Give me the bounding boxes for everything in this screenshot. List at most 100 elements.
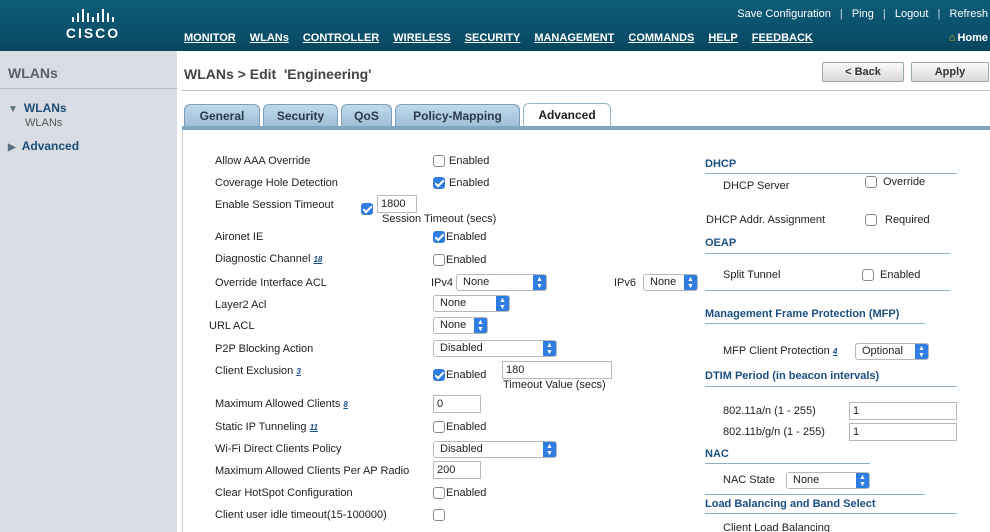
footnote-link[interactable]: 11 [310,423,318,432]
tab-security[interactable]: Security [263,104,338,126]
sidebar-item-wlans[interactable]: ▼ WLANs [8,101,67,115]
dtim-b-input[interactable]: 1 [849,423,957,441]
wifi-direct-select[interactable]: Disabled ▲ ▼ [433,441,557,458]
nav-monitor[interactable]: MONITOR [184,32,236,48]
nac-heading: NAC [705,448,729,460]
page-title: WLANs > Edit 'Engineering' [184,66,372,82]
ping-link[interactable]: Ping [852,8,874,20]
title-divider [181,90,990,91]
save-configuration-link[interactable]: Save Configuration [737,8,831,20]
tab-policy-mapping[interactable]: Policy-Mapping [395,104,520,126]
ipv6-label: IPv6 [614,277,637,289]
dhcp-required-checkbox[interactable] [865,214,877,226]
section-divider [705,463,870,464]
max-clients-input[interactable]: 0 [433,395,481,413]
session-timeout-label: Enable Session Timeout [215,199,334,211]
nav-feedback[interactable]: FEEDBACK [752,32,813,48]
tab-advanced[interactable]: Advanced [523,103,611,127]
max-clients-ap-input[interactable]: 200 [433,461,481,479]
nav-wireless[interactable]: WIRELESS [393,32,450,48]
refresh-link[interactable]: Refresh [949,8,988,20]
session-timeout-input[interactable]: 1800 [377,195,417,213]
clear-hotspot-checkbox[interactable] [433,487,445,499]
split-tunnel-checkbox[interactable] [862,269,874,281]
dhcp-server-label: DHCP Server [723,180,790,192]
footnote-link[interactable]: 18 [313,255,322,264]
coverage-hole-label: Coverage Hole Detection [215,177,338,189]
select-arrows-icon: ▲ ▼ [856,473,869,488]
coverage-hole-checkbox[interactable] [433,177,445,189]
ipv6-acl-value: None [650,276,677,288]
dtim-heading: DTIM Period (in beacon intervals) [705,370,880,382]
footnote-link[interactable]: 4 [833,347,837,356]
oeap-heading: OEAP [705,237,737,249]
nav-management[interactable]: MANAGEMENT [534,32,614,48]
dtim-a-input[interactable]: 1 [849,402,957,420]
enabled-label: Enabled [449,155,490,167]
wifi-direct-value: Disabled [440,443,483,455]
ipv4-acl-select[interactable]: None ▲ ▼ [456,274,547,291]
dhcp-override-checkbox[interactable] [865,176,877,188]
enabled-label: Enabled [446,231,487,243]
footnote-link[interactable]: 3 [296,367,300,376]
allow-aaa-checkbox[interactable] [433,155,445,167]
separator: | [882,8,886,20]
select-arrows-icon: ▲ ▼ [684,275,697,290]
mfp-client-select[interactable]: Optional ▲ ▼ [855,343,929,360]
logout-link[interactable]: Logout [895,8,929,20]
home-label: Home [957,32,988,44]
p2p-blocking-select[interactable]: Disabled ▲ ▼ [433,340,557,357]
tab-general[interactable]: General [184,104,260,126]
mfp-heading: Management Frame Protection (MFP) [705,308,900,320]
nav-security[interactable]: SECURITY [465,32,521,48]
url-acl-value: None [440,319,467,331]
dtim-b-label: 802.11b/g/n (1 - 255) [723,426,825,438]
section-divider [705,290,950,291]
sidebar-item-advanced[interactable]: ▶ Advanced [8,139,79,153]
layer2-acl-select[interactable]: None ▲ ▼ [433,295,510,312]
split-tunnel-label: Split Tunnel [723,269,781,281]
apply-button[interactable]: Apply [911,62,989,82]
session-timeout-checkbox[interactable] [361,203,373,215]
dhcp-assign-label: DHCP Addr. Assignment [706,214,826,226]
enabled-label: Enabled [449,177,490,189]
mfp-client-text: MFP Client Protection [723,345,830,357]
wifi-direct-label: Wi-Fi Direct Clients Policy [215,443,342,455]
client-exclusion-text: Client Exclusion [215,365,294,377]
home-link[interactable]: ⌂ Home [949,32,988,44]
diagnostic-channel-label: Diagnostic Channel 18 [215,253,322,265]
back-button[interactable]: < Back [822,62,904,82]
main-nav: MONITOR WLANs CONTROLLER WIRELESS SECURI… [184,32,827,48]
idle-timeout-checkbox[interactable] [433,509,445,521]
separator: | [937,8,941,20]
nav-help[interactable]: HELP [708,32,737,48]
static-ip-checkbox[interactable] [433,421,445,433]
sidebar-item-label: Advanced [21,139,80,153]
layer2-acl-label: Layer2 Acl [215,299,267,311]
nav-controller[interactable]: CONTROLLER [303,32,379,48]
url-acl-select[interactable]: None ▲ ▼ [433,317,488,334]
footnote-link[interactable]: 8 [343,400,347,409]
nav-commands[interactable]: COMMANDS [628,32,694,48]
sidebar-subitem-wlans[interactable]: WLANs [25,117,62,129]
sidebar: WLANs ▼ WLANs WLANs ▶ Advanced [0,51,177,532]
section-divider [705,513,957,514]
ipv6-acl-select[interactable]: None ▲ ▼ [643,274,698,291]
enabled-label: Enabled [446,487,487,499]
sidebar-item-label: WLANs [23,101,67,115]
nac-state-select[interactable]: None ▲ ▼ [786,472,870,489]
enabled-label: Enabled [446,369,487,381]
triangle-right-icon: ▶ [8,142,16,153]
select-arrows-icon: ▲ ▼ [533,275,546,290]
diagnostic-channel-text: Diagnostic Channel [215,253,311,265]
client-lb-label: Client Load Balancing [723,522,831,532]
allow-aaa-label: Allow AAA Override [215,155,311,167]
tab-qos[interactable]: QoS [341,104,392,126]
select-arrows-icon: ▲ ▼ [543,442,556,457]
client-exclusion-checkbox[interactable] [433,369,445,381]
select-arrows-icon: ▲ ▼ [474,318,487,333]
aironet-ie-checkbox[interactable] [433,231,445,243]
nav-wlans[interactable]: WLANs [250,32,289,48]
diagnostic-channel-checkbox[interactable] [433,254,445,266]
exclusion-timeout-input[interactable]: 180 [502,361,612,379]
